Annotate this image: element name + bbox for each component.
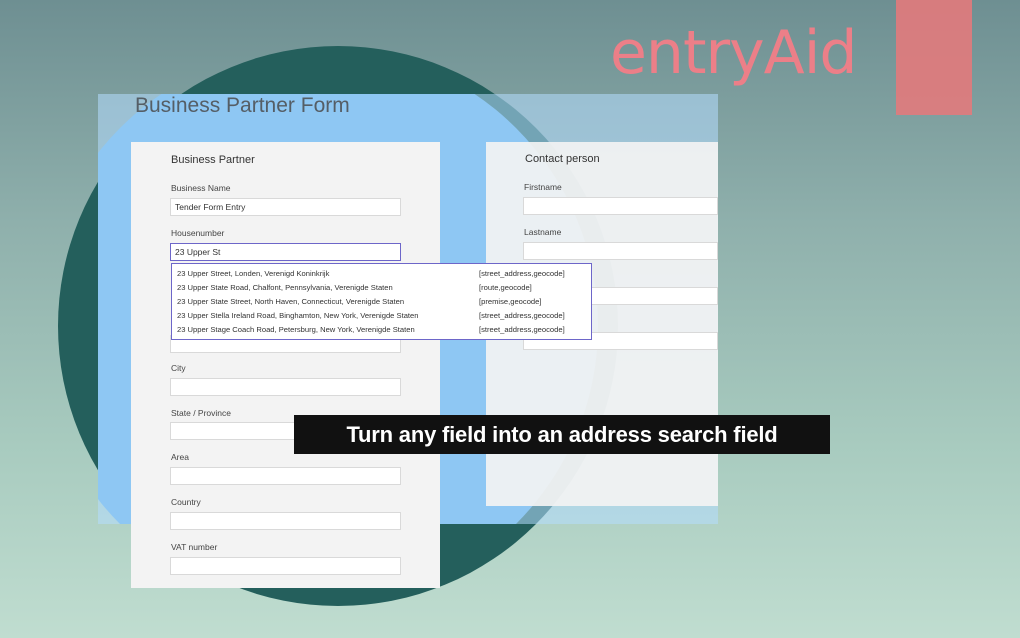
vat-input[interactable]: [170, 557, 401, 575]
firstname-label: Firstname: [524, 182, 562, 192]
page-title: Business Partner Form: [135, 94, 350, 117]
suggestion-address: 23 Upper State Road, Chalfont, Pennsylva…: [177, 283, 393, 292]
suggestion-item[interactable]: 23 Upper Stella Ireland Road, Binghamton…: [177, 311, 565, 320]
suggestion-type: [street_address,geocode]: [479, 325, 565, 334]
city-label: City: [171, 363, 186, 373]
housenumber-input[interactable]: 23 Upper St: [170, 243, 401, 261]
housenumber-label: Housenumber: [171, 228, 225, 238]
suggestion-type: [street_address,geocode]: [479, 269, 565, 278]
suggestion-item[interactable]: 23 Upper State Street, North Haven, Conn…: [177, 297, 541, 306]
suggestion-type: [route,geocode]: [479, 283, 532, 292]
brand-color-block: [896, 0, 972, 115]
vat-label: VAT number: [171, 542, 218, 552]
business-name-label: Business Name: [171, 183, 231, 193]
contact-person-heading: Contact person: [525, 153, 600, 165]
city-input[interactable]: [170, 378, 401, 396]
country-input[interactable]: [170, 512, 401, 530]
lastname-label: Lastname: [524, 227, 562, 237]
area-label: Area: [171, 452, 189, 462]
firstname-input[interactable]: [523, 197, 718, 215]
state-label: State / Province: [171, 408, 232, 418]
lastname-input[interactable]: [523, 242, 718, 260]
address-suggestions-dropdown: 23 Upper Street, Londen, Verenigd Konink…: [171, 263, 592, 340]
suggestion-item[interactable]: 23 Upper Street, Londen, Verenigd Konink…: [177, 269, 565, 278]
suggestion-address: 23 Upper Street, Londen, Verenigd Konink…: [177, 269, 330, 278]
suggestion-type: [street_address,geocode]: [479, 311, 565, 320]
suggestion-address: 23 Upper Stage Coach Road, Petersburg, N…: [177, 325, 415, 334]
suggestion-item[interactable]: 23 Upper State Road, Chalfont, Pennsylva…: [177, 283, 532, 292]
country-label: Country: [171, 497, 201, 507]
suggestion-type: [premise,geocode]: [479, 297, 542, 306]
business-name-input[interactable]: Tender Form Entry: [170, 198, 401, 216]
suggestion-address: 23 Upper State Street, North Haven, Conn…: [177, 297, 405, 306]
area-input[interactable]: [170, 467, 401, 485]
suggestion-address: 23 Upper Stella Ireland Road, Binghamton…: [177, 311, 419, 320]
feature-caption: Turn any field into an address search fi…: [294, 415, 830, 454]
brand-logo: entryAid: [610, 18, 857, 88]
suggestion-item[interactable]: 23 Upper Stage Coach Road, Petersburg, N…: [177, 325, 565, 334]
business-partner-heading: Business Partner: [171, 154, 255, 166]
